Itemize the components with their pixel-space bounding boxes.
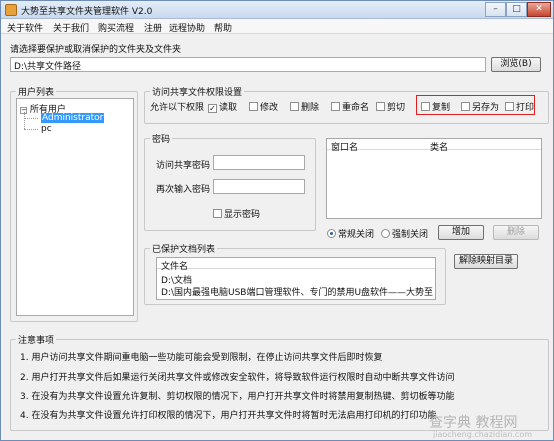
menu-about-us[interactable]: 关于我们	[53, 21, 89, 34]
column-class-name[interactable]: 类名	[430, 140, 448, 153]
column-file-name[interactable]: 文件名	[161, 259, 188, 272]
menu-help[interactable]: 帮助	[214, 21, 232, 34]
checkbox-box	[376, 102, 385, 111]
mode-normal-radio[interactable]: 常规关闭	[327, 227, 374, 240]
password-title: 密码	[150, 132, 173, 145]
confirm-password-label: 再次输入密码	[156, 185, 211, 195]
mode-force-radio[interactable]: 强制关闭	[381, 227, 428, 240]
perm-read-label: 读取	[219, 103, 238, 113]
checkbox-box	[505, 102, 514, 111]
tree-connector	[24, 118, 38, 119]
checkbox-box	[290, 102, 299, 111]
perm-copy-checkbox[interactable]: 复制	[421, 100, 450, 113]
tree-user-label: pc	[41, 124, 52, 134]
app-window: 大势至共享文件夹管理软件 V2.0 – □ ✕ 关于软件 关于我们 购买流程 注…	[0, 0, 554, 441]
title-bar[interactable]: 大势至共享文件夹管理软件 V2.0 – □ ✕	[1, 1, 553, 19]
protected-item[interactable]: D:\国内最强电脑USB端口管理软件、专门的禁用U盘软件——大势至USB端...	[161, 285, 433, 298]
menu-remote-help[interactable]: 远程协助	[169, 21, 205, 34]
folder-path-field[interactable]: D:\共享文件路径	[10, 57, 486, 72]
access-password-field[interactable]	[213, 155, 305, 170]
allow-permissions-label: 允许以下权限	[150, 103, 205, 113]
protected-docs-title: 已保护文档列表	[150, 242, 218, 255]
column-window-name[interactable]: 窗口名	[331, 140, 358, 153]
confirm-password-field[interactable]	[213, 179, 305, 194]
minimize-button[interactable]: –	[485, 2, 506, 17]
maximize-button[interactable]: □	[506, 2, 527, 17]
notes-title: 注意事项	[16, 333, 57, 346]
process-list[interactable]: 窗口名 类名	[326, 138, 542, 219]
user-list-title: 用户列表	[16, 85, 57, 98]
permissions-title: 访问共享文件权限设置	[150, 85, 245, 98]
checkbox-check-icon: ✓	[208, 104, 217, 113]
window-title: 大势至共享文件夹管理软件 V2.0	[21, 7, 153, 17]
tree-user-label: Administrator	[41, 113, 105, 123]
checkbox-box	[249, 102, 258, 111]
remove-mapping-button[interactable]: 解除映射目录	[454, 254, 518, 269]
protected-list-header: 文件名	[157, 258, 435, 272]
add-process-button[interactable]: 增加	[438, 225, 484, 240]
show-password-label: 显示密码	[224, 210, 261, 220]
perm-copy-label: 复制	[432, 103, 451, 113]
process-list-header: 窗口名 类名	[327, 139, 541, 153]
checkbox-box	[461, 102, 470, 111]
show-password-checkbox[interactable]: 显示密码	[213, 207, 260, 220]
perm-print-checkbox[interactable]: 打印	[505, 100, 534, 113]
menu-register[interactable]: 注册	[144, 21, 162, 34]
menu-purchase[interactable]: 购买流程	[98, 21, 134, 34]
perm-print-label: 打印	[516, 103, 535, 113]
perm-rename-label: 重命名	[342, 103, 370, 113]
checkbox-box	[213, 209, 222, 218]
checkbox-box	[331, 102, 340, 111]
tree-user-administrator[interactable]: Administrator	[41, 113, 105, 123]
menu-about-software[interactable]: 关于软件	[7, 21, 43, 34]
note-item: 3. 在没有为共享文件设置允许复制、剪切权限的情况下，用户打开共享文件时将禁用复…	[20, 392, 455, 402]
browse-button[interactable]: 浏览(B)	[491, 57, 541, 72]
tree-user-pc[interactable]: pc	[41, 124, 52, 134]
checkbox-box	[421, 102, 430, 111]
perm-saveas-label: 另存为	[472, 103, 500, 113]
mode-normal-label: 常规关闭	[338, 230, 375, 240]
protected-docs-list[interactable]: 文件名 D:\文档 D:\国内最强电脑USB端口管理软件、专门的禁用U盘软件——…	[156, 257, 436, 300]
perm-rename-checkbox[interactable]: 重命名	[331, 100, 369, 113]
perm-read-checkbox[interactable]: ✓ 读取	[208, 100, 237, 113]
note-item: 2. 用户打开共享文件后如果运行关闭共享文件或修改安全软件，将导致软件运行权限时…	[20, 373, 455, 383]
perm-modify-checkbox[interactable]: 修改	[249, 100, 278, 113]
watermark-main: 查字典 教程网	[429, 415, 518, 431]
delete-process-button[interactable]: 删除	[493, 225, 539, 240]
radio-unselected-icon	[381, 229, 390, 238]
tree-connector	[24, 112, 25, 129]
perm-saveas-checkbox[interactable]: 另存为	[461, 100, 499, 113]
perm-cut-label: 剪切	[387, 103, 406, 113]
folder-prompt: 请选择要保护或取消保护的文件夹及文件夹	[10, 45, 182, 55]
note-item: 1. 用户访问共享文件期间重电脑一些功能可能会受到限制，在停止访问共享文件后即时…	[20, 353, 383, 363]
close-button[interactable]: ✕	[527, 2, 551, 17]
app-icon	[5, 4, 17, 16]
perm-delete-checkbox[interactable]: 删除	[290, 100, 319, 113]
perm-cut-checkbox[interactable]: 剪切	[376, 100, 405, 113]
user-tree[interactable]: − 所有用户 Administrator pc	[16, 98, 134, 316]
perm-modify-label: 修改	[260, 103, 279, 113]
mode-force-label: 强制关闭	[392, 230, 429, 240]
perm-delete-label: 删除	[301, 103, 320, 113]
menu-bar: 关于软件 关于我们 购买流程 注册 远程协助 帮助	[1, 19, 553, 34]
access-password-label: 访问共享密码	[156, 161, 211, 171]
tree-connector	[24, 129, 38, 130]
watermark-sub: jiaocheng.chazidian.com	[433, 430, 533, 439]
radio-selected-icon	[327, 229, 336, 238]
